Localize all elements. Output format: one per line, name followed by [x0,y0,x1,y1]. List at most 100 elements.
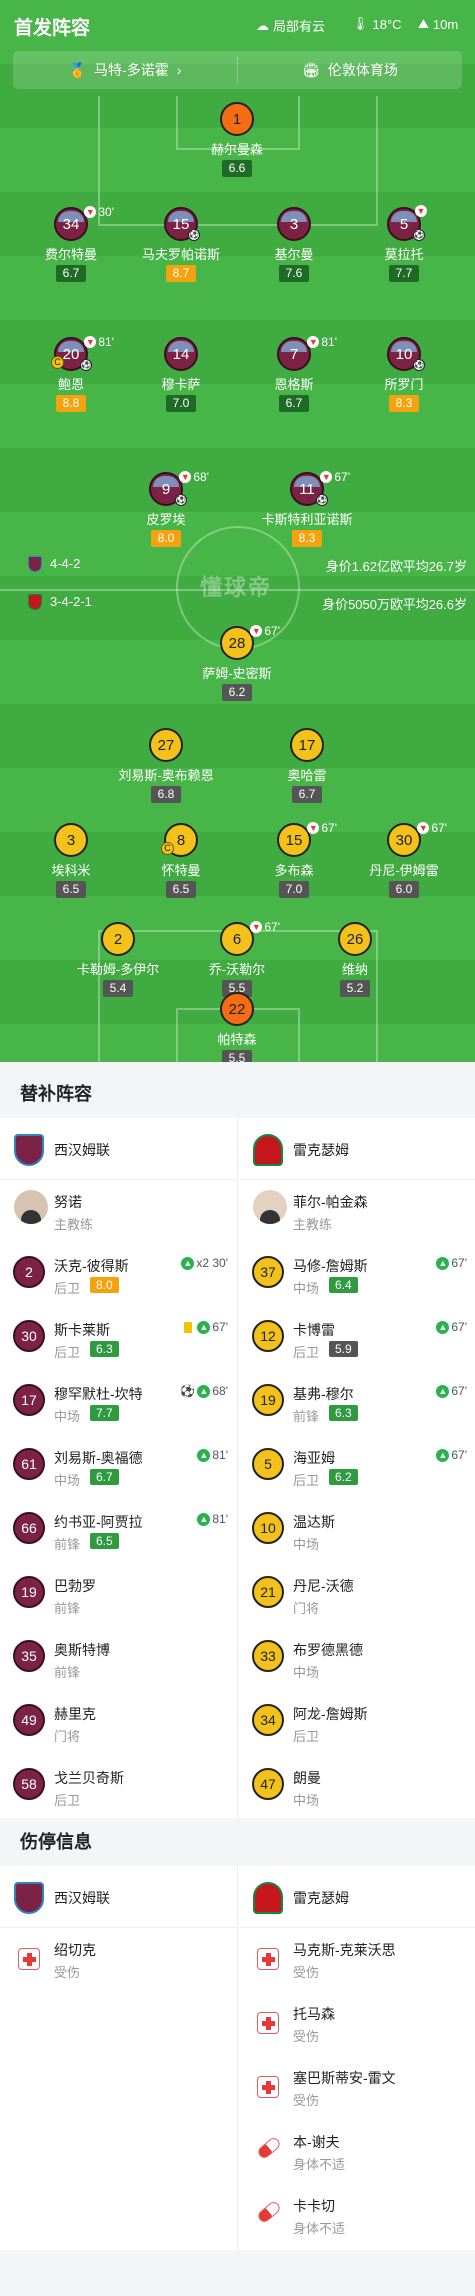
sub-in-icon: ▲ 81' [197,1448,228,1462]
sub-in-icon: ▲ 67' [436,1320,467,1334]
west-ham-crest-icon [14,1134,44,1166]
sub-out-icon: ▼ 30' [84,205,114,219]
injury-panel: 西汉姆联 绍切克 受伤 雷克瑟姆 马克斯-克莱沃思 受伤 托马森 受伤 塞巴斯蒂… [0,1866,475,2250]
page-title: 首发阵容 [14,18,91,39]
home-player[interactable]: 5 ▼ ⚽ 莫拉托 7.7 [349,205,459,282]
pill-icon [255,2199,283,2225]
sub-in-icon: ⚽ ▲ 68' [180,1384,228,1398]
list-item[interactable]: 35 奥斯特博 前锋 [0,1628,236,1692]
avatar [14,1190,48,1224]
west-ham-crest-icon [14,1882,44,1914]
thermometer-icon: 🌡 [352,16,369,31]
away-team-header[interactable]: 雷克瑟姆 [239,1118,475,1180]
list-item[interactable]: 33 布罗德黑德 中场 [239,1628,475,1692]
lineup-pitch: 首发阵容 ☁ 局部有云 🌡 18°C ⛰ 10m 🏅 马特-多诺霍 › 🏟 伦敦体育场… [0,0,475,1062]
away-player[interactable]: 26 维纳 5.2 [300,922,410,997]
wrexham-crest-icon [253,1882,283,1914]
column-divider [237,1118,238,1818]
yellow-card-icon [184,1321,193,1333]
list-item[interactable]: 37 马修-詹姆斯 中场 6.4 ▲ 67' [239,1244,475,1308]
home-player[interactable]: 10 ⚽ 所罗门 8.3 [349,337,459,412]
away-player-goalkeeper[interactable]: 22 帕特森 5.5 [182,992,292,1062]
list-item[interactable]: 12 卡博雷 后卫 5.9 ▲ 67' [239,1308,475,1372]
home-coach[interactable]: 努诺 主教练 [0,1180,236,1244]
subs-section-title: 替补阵容 [20,1084,92,1104]
home-player[interactable]: 20 ▼ 81' C ⚽ 鲍恩 8.8 [16,335,126,412]
sub-out-icon: ▼ 67' [307,821,337,835]
goal-ball-icon: ⚽ [175,494,187,506]
goal-ball-icon: ⚽ [316,494,328,506]
list-item[interactable]: 19 巴勃罗 前锋 [0,1564,236,1628]
list-item[interactable]: 58 戈兰贝奇斯 后卫 [0,1756,236,1818]
goal-ball-icon: ⚽ [413,359,425,371]
subs-panel: 西汉姆联 努诺 主教练 2 沃克-彼得斯 后卫 8.0 ▲ x2 30' 30 斯… [0,1118,475,1818]
list-item[interactable]: 17 穆罕默杜-坎特 中场 7.7 ⚽ ▲ 68' [0,1372,236,1436]
list-item[interactable]: 19 基弗-穆尔 前锋 6.3 ▲ 67' [239,1372,475,1436]
list-item[interactable]: 47 朗曼 中场 [239,1756,475,1818]
away-player[interactable]: 8 C 怀特曼 6.5 [126,823,236,898]
sub-out-icon: ▼ 67' [320,470,350,484]
temperature-info: 🌡 18°C [352,16,402,32]
injury-icon [257,2076,279,2098]
away-player[interactable]: 2 卡勒姆-多伊尔 5.4 [63,922,173,997]
list-item[interactable]: 托马森 受伤 [239,1992,475,2056]
list-item[interactable]: 2 沃克-彼得斯 后卫 8.0 ▲ x2 30' [0,1244,236,1308]
list-item[interactable]: 塞巴斯蒂安-雷文 受伤 [239,2056,475,2120]
away-player[interactable]: 30 ▼ 67' 丹尼-伊姆雷 6.0 [349,821,459,898]
list-item[interactable]: 30 斯卡莱斯 后卫 6.3 ▲ 67' [0,1308,236,1372]
injury-icon [257,1948,279,1970]
sub-out-icon: ▼ 68' [179,470,209,484]
goal-ball-icon: ⚽ [188,229,200,241]
home-player[interactable]: 9 ▼ 68' ⚽ 皮罗埃 8.0 [111,470,221,547]
list-item[interactable]: 61 刘易斯-奥福德 中场 6.7 ▲ 81' [0,1436,236,1500]
list-item[interactable]: 34 阿龙-詹姆斯 后卫 [239,1692,475,1756]
sub-out-icon: ▼ 67' [250,624,280,638]
away-player[interactable]: 3 埃科米 6.5 [16,823,126,898]
away-player[interactable]: 28 ▼ 67' 萨姆-史密斯 6.2 [182,624,292,701]
away-coach[interactable]: 菲尔-帕金森 主教练 [239,1180,475,1244]
chevron-right-icon: › [176,62,182,78]
venue-info: 🏟 伦敦体育场 [302,61,398,79]
list-item[interactable]: 21 丹尼-沃德 门将 [239,1564,475,1628]
sub-in-icon: ▲ x2 30' [181,1256,228,1270]
list-item[interactable]: 绍切克 受伤 [0,1928,236,1992]
home-player[interactable]: 14 穆卡萨 7.0 [126,337,236,412]
wind-info: ⛰ 10m [418,16,459,32]
sub-out-icon: ▼ 81' [84,335,114,349]
home-player-goalkeeper[interactable]: 1 赫尔曼森 6.6 [182,102,292,177]
home-player[interactable]: 15 ⚽ 马夫罗帕诺斯 8.7 [126,207,236,282]
captain-icon: C [161,842,174,855]
home-player[interactable]: 3 基尔曼 7.6 [239,207,349,282]
list-item[interactable]: 5 海亚姆 后卫 6.2 ▲ 67' [239,1436,475,1500]
home-player[interactable]: 34 ▼ 30' 费尔特曼 6.7 [16,205,126,282]
home-team-header[interactable]: 西汉姆联 [0,1118,236,1180]
list-item[interactable]: 10 温达斯 中场 [239,1500,475,1564]
away-player[interactable]: 6 ▼ 67' 乔-沃勒尔 5.5 [182,920,292,997]
referee-link[interactable]: 🏅 马特-多诺霍 › [13,51,237,89]
away-player[interactable]: 17 奥哈雷 6.7 [252,728,362,803]
sub-in-icon: ▲ 67' [436,1256,467,1270]
list-item[interactable]: 66 约书亚-阿贾拉 前锋 6.5 ▲ 81' [0,1500,236,1564]
match-info-bar: 🏅 马特-多诺霍 › 🏟 伦敦体育场 [13,51,462,89]
home-team-summary: 4-4-2 身价1.62亿欧 平均26.7岁 [0,554,475,574]
home-player[interactable]: 11 ▼ 67' ⚽ 卡斯特利亚诺斯 8.3 [252,470,362,547]
home-crest-icon [28,556,42,572]
list-item[interactable]: 马克斯-克莱沃思 受伤 [239,1928,475,1992]
away-team-header[interactable]: 雷克瑟姆 [239,1866,475,1928]
list-item[interactable]: 49 赫里克 门将 [0,1692,236,1756]
whistle-icon: 🏅 [68,61,87,78]
wrexham-crest-icon [253,1134,283,1166]
injury-section-title: 伤停信息 [20,1832,92,1852]
list-item[interactable]: 本-谢夫 身体不适 [239,2120,475,2184]
cloud-icon: ☁ [256,17,269,33]
home-team-header[interactable]: 西汉姆联 [0,1866,236,1928]
list-item[interactable]: 卡卡切 身体不适 [239,2184,475,2248]
away-player[interactable]: 27 刘易斯-奥布赖恩 6.8 [111,728,221,803]
sub-out-icon: ▼ 81' [307,335,337,349]
away-player[interactable]: 15 ▼ 67' 多布森 7.0 [239,821,349,898]
away-team-summary: 3-4-2-1 身价5050万欧 平均26.6岁 [0,592,475,612]
player-rating: 6.6 [222,160,252,177]
pill-icon [255,2135,283,2161]
home-player[interactable]: 7 ▼ 81' 恩格斯 6.7 [239,335,349,412]
sub-in-icon: ▲ 67' [436,1448,467,1462]
